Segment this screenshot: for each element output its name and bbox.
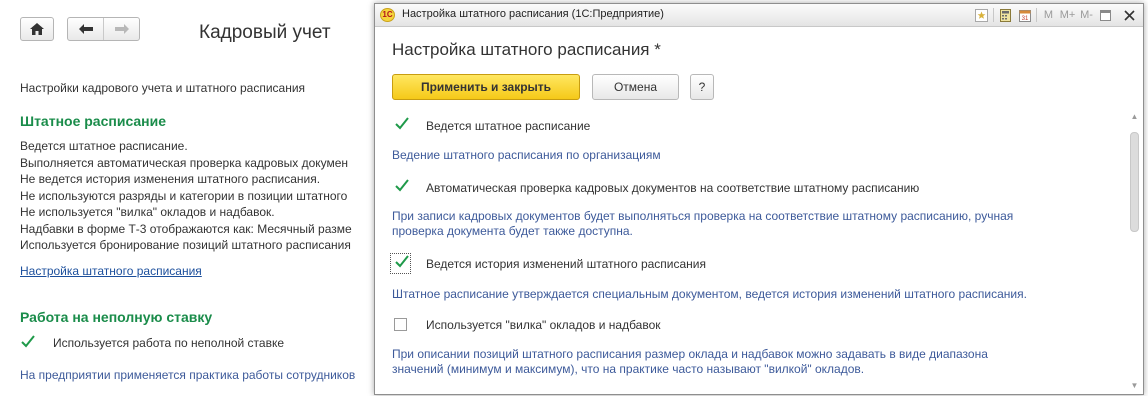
checkmark-icon	[395, 255, 409, 268]
salary-fork-checkbox[interactable]	[394, 318, 407, 331]
hint-line: значений (минимум и максимум), что на пр…	[392, 362, 865, 376]
close-icon	[1123, 9, 1135, 21]
parttime-section-heading: Работа на неполную ставку	[20, 309, 213, 325]
help-button[interactable]: ?	[690, 74, 714, 100]
scroll-down-icon[interactable]: ▼	[1128, 379, 1141, 392]
memory-minus-button[interactable]: M-	[1077, 4, 1096, 26]
dialog-heading: Настройка штатного расписания *	[392, 40, 661, 59]
home-button[interactable]	[20, 17, 54, 41]
scroll-up-icon[interactable]: ▲	[1128, 110, 1141, 123]
staffing-settings-link[interactable]: Настройка штатного расписания	[20, 264, 202, 278]
parttime-note: На предприятии применяется практика рабо…	[20, 368, 356, 382]
option-hint: Ведение штатного расписания по организац…	[392, 148, 661, 163]
option-hint: При описании позиций штатного расписания…	[392, 347, 988, 377]
option-row-salary-fork[interactable]: Используется "вилка" окладов и надбавок	[394, 318, 661, 332]
home-icon	[30, 23, 44, 35]
staffing-settings-dialog: 1С Настройка штатного расписания (1С:Пре…	[374, 3, 1144, 395]
option-label: Используется "вилка" окладов и надбавок	[426, 317, 661, 332]
hint-line: При записи кадровых документов будет вып…	[392, 209, 1014, 223]
history-navigation	[67, 17, 140, 41]
checkmark-icon	[395, 117, 409, 130]
window-restore-icon[interactable]	[1096, 4, 1115, 26]
option-hint: При записи кадровых документов будет вып…	[392, 209, 1013, 239]
apply-and-close-button[interactable]: Применить и закрыть	[392, 74, 580, 100]
staffing-section-heading: Штатное расписание	[20, 113, 167, 129]
calculator-icon[interactable]	[996, 4, 1015, 26]
page-title: Кадровый учет	[199, 22, 331, 43]
staffing-enabled-checkbox[interactable]	[394, 117, 409, 132]
arrow-left-icon	[78, 24, 93, 34]
history-checkbox[interactable]	[390, 253, 411, 274]
status-line: Выполняется автоматическая проверка кадр…	[20, 155, 349, 170]
scrollbar-track[interactable]	[1130, 124, 1139, 376]
status-line: Не ведется история изменения штатного ра…	[20, 172, 321, 186]
option-row-auto-check[interactable]: Автоматическая проверка кадровых докумен…	[394, 179, 919, 195]
checkmark-icon	[395, 179, 409, 192]
toolbar-separator	[993, 8, 994, 22]
status-line: Не используются разряды и категории в по…	[20, 188, 348, 203]
arrow-right-icon	[114, 24, 129, 34]
toolbar-separator	[1036, 8, 1037, 22]
svg-text:31: 31	[1021, 16, 1028, 22]
option-label: Автоматическая проверка кадровых докумен…	[426, 180, 920, 195]
forward-button[interactable]	[103, 18, 139, 40]
parttime-checkbox[interactable]	[20, 334, 35, 350]
window-title: Настройка штатного расписания (1С:Предпр…	[402, 8, 664, 20]
hint-line: При описании позиций штатного расписания…	[392, 347, 988, 361]
dialog-titlebar[interactable]: 1С Настройка штатного расписания (1С:Пре…	[375, 4, 1143, 27]
back-button[interactable]	[68, 18, 103, 40]
option-label: Ведется штатное расписание	[426, 118, 591, 133]
vertical-scrollbar[interactable]: ▲ ▼	[1128, 110, 1141, 392]
hint-line: Штатное расписание утверждается специаль…	[392, 287, 1027, 301]
dialog-options-panel: Ведется штатное расписание Ведение штатн…	[375, 108, 1127, 395]
hint-line: Ведение штатного расписания по организац…	[392, 148, 661, 162]
status-line: Используется бронирование позиций штатно…	[20, 238, 351, 252]
favorite-star-icon[interactable]	[972, 4, 991, 26]
scrollbar-thumb[interactable]	[1130, 132, 1139, 232]
staffing-status-list: Ведется штатное расписание. Выполняется …	[20, 138, 352, 254]
app-logo: 1С	[380, 8, 395, 22]
close-button[interactable]	[1115, 5, 1143, 25]
settings-caption: Настройки кадрового учета и штатного рас…	[20, 81, 306, 95]
parttime-checkbox-row[interactable]: Используется работа по неполной ставке	[20, 334, 285, 350]
option-row-history[interactable]: Ведется история изменений штатного распи…	[390, 253, 706, 274]
checkmark-icon	[21, 334, 35, 347]
cancel-button[interactable]: Отмена	[592, 74, 679, 100]
hint-line: проверка документа будет также доступна.	[392, 224, 633, 238]
calendar-icon[interactable]: 31	[1015, 4, 1034, 26]
parttime-checkbox-label: Используется работа по неполной ставке	[53, 336, 285, 350]
auto-check-checkbox[interactable]	[394, 179, 409, 194]
memory-m-button[interactable]: M	[1039, 4, 1058, 26]
option-row-staffing-enabled[interactable]: Ведется штатное расписание	[394, 117, 590, 133]
status-line: Не используется "вилка" окладов и надбав…	[20, 205, 275, 219]
status-line: Ведется штатное расписание.	[20, 139, 188, 153]
status-line: Надбавки в форме Т-3 отображаются как: М…	[20, 221, 352, 236]
option-label: Ведется история изменений штатного распи…	[426, 256, 706, 271]
titlebar-toolbar: 31 M M+ M-	[972, 4, 1143, 26]
memory-plus-button[interactable]: M+	[1058, 4, 1077, 26]
option-hint: Штатное расписание утверждается специаль…	[392, 287, 1027, 302]
